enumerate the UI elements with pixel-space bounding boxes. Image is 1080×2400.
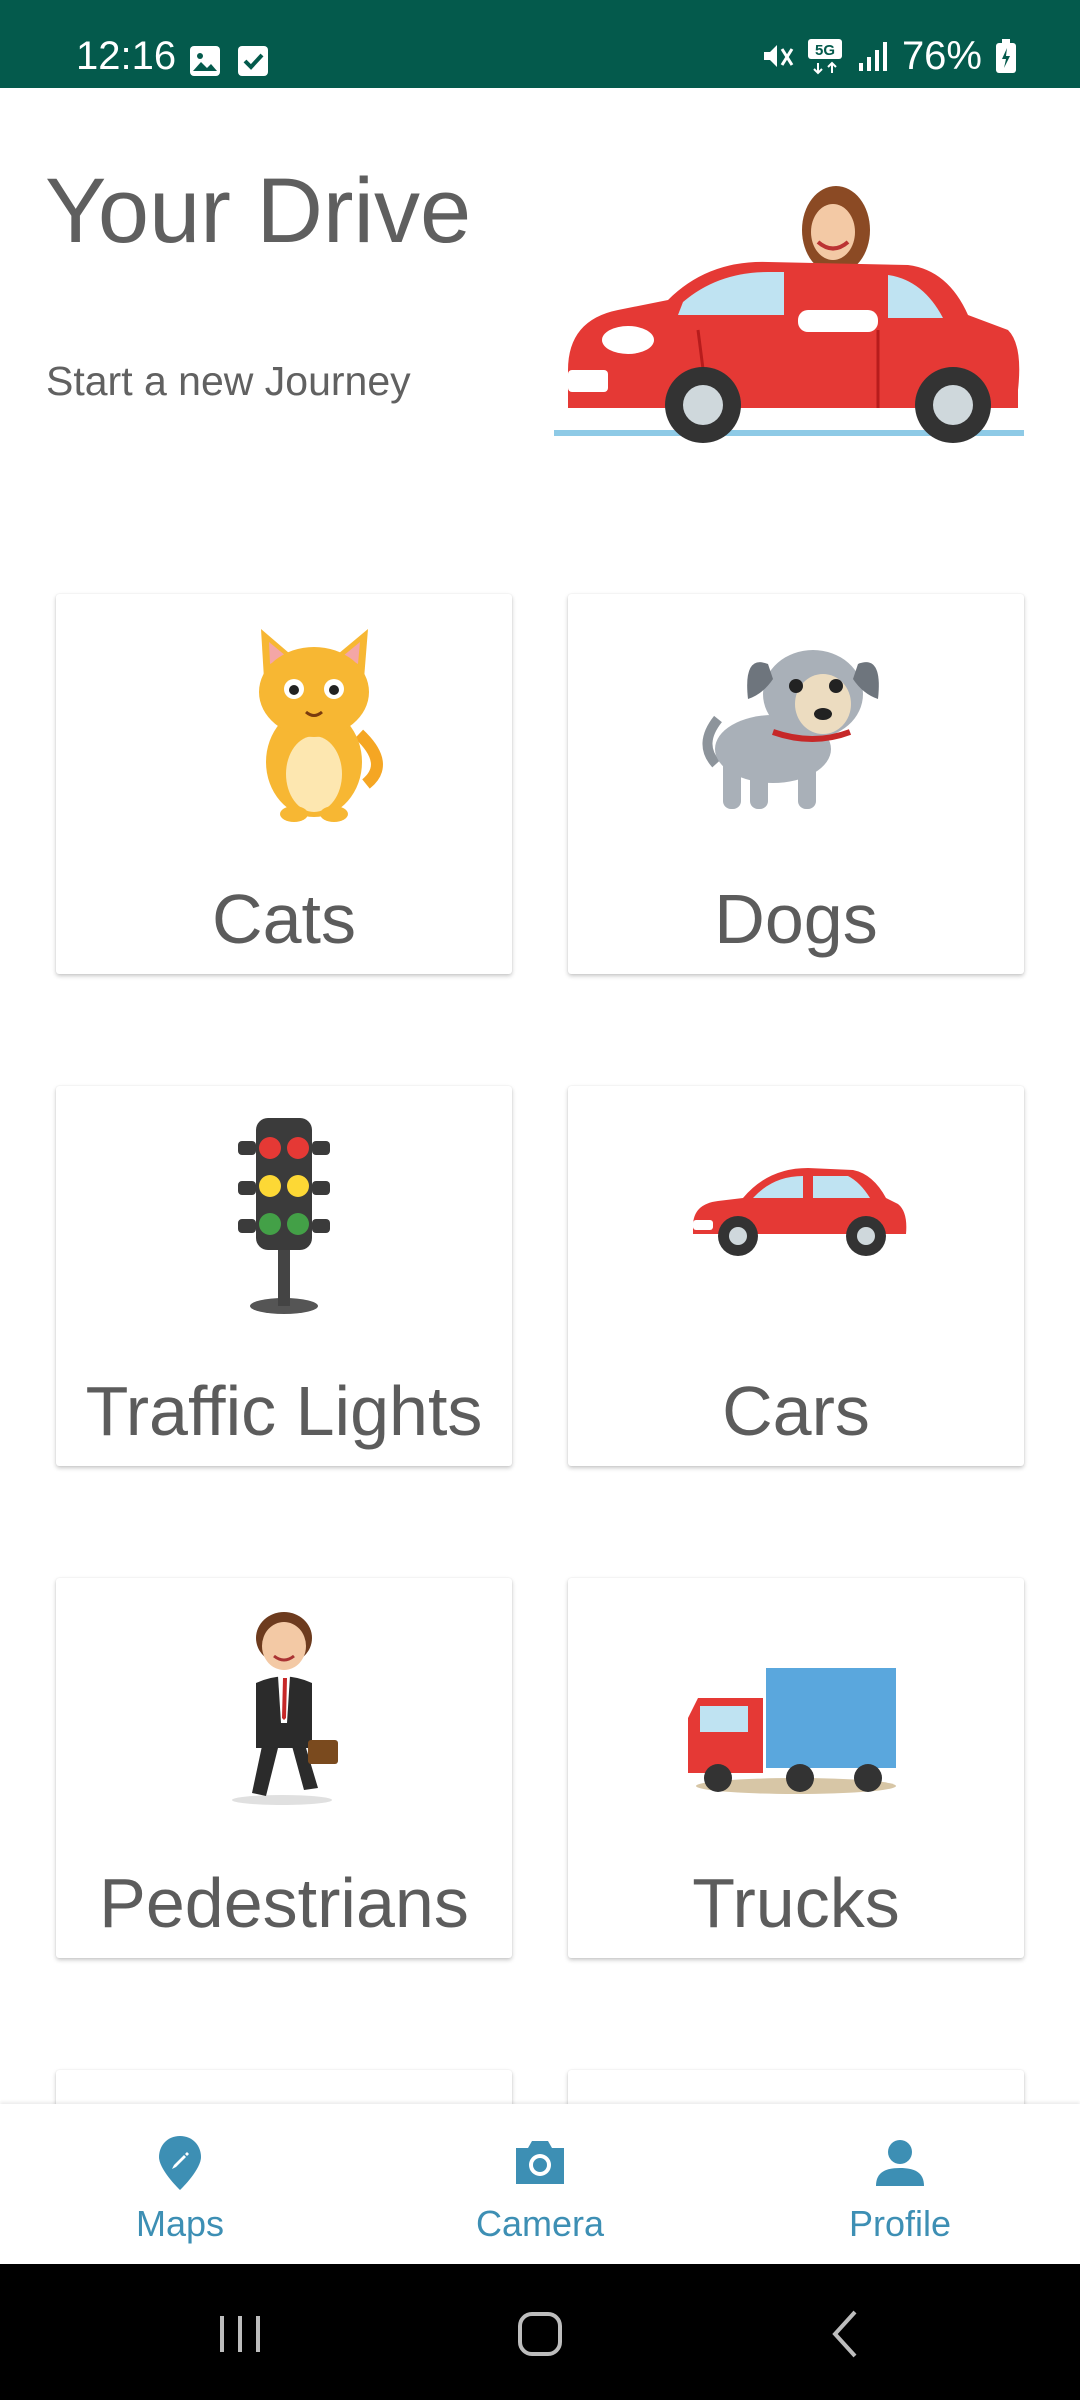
checkbox-icon (238, 46, 268, 76)
home-icon[interactable] (500, 2294, 580, 2374)
nav-item-profile[interactable]: Profile (720, 2104, 1080, 2264)
car-driver-illustration (554, 186, 1024, 443)
person-icon (876, 2140, 924, 2186)
category-card-traffic-lights[interactable]: Traffic Lights (56, 1086, 512, 1466)
nav-label: Profile (848, 2203, 952, 2244)
pedestrian-illustration (232, 1612, 338, 1805)
nav-label: Maps (135, 2203, 225, 2244)
page-subtitle: Start a new Journey (46, 358, 411, 404)
page-title: Your Drive (45, 160, 472, 262)
nav-item-maps[interactable]: Maps (0, 2104, 360, 2264)
cat-illustration (259, 629, 383, 822)
category-card-cats[interactable]: Cats (56, 594, 512, 974)
signal-icon (858, 42, 887, 71)
category-card-dogs[interactable]: Dogs (568, 594, 1024, 974)
system-navigation-bar (0, 2264, 1080, 2400)
category-label: Cars (722, 1372, 870, 1450)
battery-percentage: 76% (901, 34, 982, 78)
back-icon[interactable] (805, 2294, 885, 2374)
category-card-pedestrians[interactable]: Pedestrians (56, 1578, 512, 1958)
category-label: Dogs (714, 880, 878, 958)
category-label: Pedestrians (99, 1864, 469, 1942)
status-time: 12:16 (76, 34, 177, 78)
car-illustration (693, 1168, 907, 1256)
battery-icon (996, 39, 1016, 73)
nav-item-camera[interactable]: Camera (360, 2104, 720, 2264)
category-label: Traffic Lights (85, 1372, 483, 1450)
nav-label: Camera (475, 2203, 605, 2244)
camera-icon (516, 2141, 564, 2184)
recents-icon[interactable] (200, 2294, 280, 2374)
bottom-navigation: Maps Camera Profile (0, 2104, 1080, 2264)
map-pin-icon (159, 2136, 201, 2190)
category-card-trucks[interactable]: Trucks (568, 1578, 1024, 1958)
gallery-icon (190, 46, 220, 76)
mute-vibrate-icon (763, 45, 794, 67)
svg-text:5G: 5G (815, 42, 835, 59)
status-bar: 12:16 5G 76% (0, 0, 1080, 88)
traffic-light-illustration (238, 1118, 330, 1314)
category-label: Cats (212, 880, 356, 958)
category-label: Trucks (692, 1864, 900, 1942)
truck-illustration (688, 1668, 896, 1794)
dog-illustration (702, 650, 879, 809)
category-card-cars[interactable]: Cars (568, 1086, 1024, 1466)
5g-icon: 5G (807, 39, 842, 75)
